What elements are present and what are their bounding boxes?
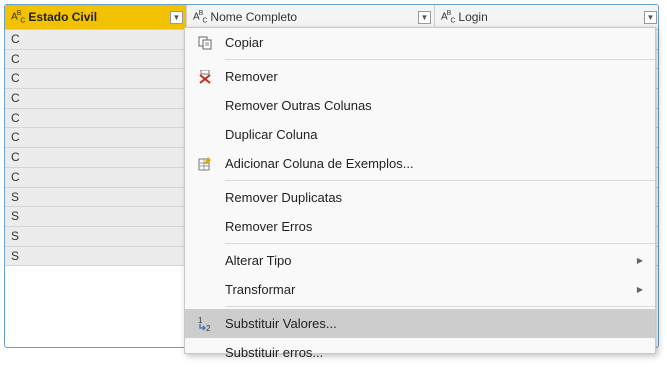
text-type-icon[interactable]: ABC: [193, 10, 207, 24]
menu-item-transform[interactable]: Transformar ▶: [185, 275, 655, 304]
remove-x-icon: [185, 69, 225, 84]
copy-icon: [185, 36, 225, 50]
menu-item-replace-errors[interactable]: Substituir erros...: [185, 338, 655, 367]
add-column-examples-icon: [185, 156, 225, 171]
menu-item-remove[interactable]: Remover: [185, 62, 655, 91]
table-cell[interactable]: C: [5, 69, 187, 89]
table-cell[interactable]: S: [5, 246, 187, 266]
menu-separator: [225, 180, 655, 181]
chevron-down-icon[interactable]: ▼: [418, 10, 431, 24]
column-name: Login: [458, 10, 488, 24]
column-header-nome-completo[interactable]: ABC Nome Completo ▼: [187, 5, 435, 29]
text-type-icon[interactable]: ABC: [11, 10, 25, 24]
chevron-down-icon[interactable]: ▼: [644, 10, 657, 24]
svg-text:1: 1: [198, 316, 203, 325]
column-context-menu: Copiar Remover Remover Outras Colunas Du…: [184, 27, 656, 360]
table-cell[interactable]: C: [5, 108, 187, 128]
table-cell[interactable]: C: [5, 128, 187, 148]
menu-item-add-column-examples[interactable]: Adicionar Coluna de Exemplos...: [185, 149, 655, 178]
table-cell[interactable]: C: [5, 49, 187, 69]
menu-item-copy[interactable]: Copiar: [185, 28, 655, 57]
table-cell[interactable]: S: [5, 226, 187, 246]
menu-item-change-type[interactable]: Alterar Tipo ▶: [185, 246, 655, 275]
chevron-down-icon[interactable]: ▼: [170, 10, 183, 24]
text-type-icon[interactable]: ABC: [441, 10, 455, 24]
column-header-estado-civil[interactable]: ABC Estado Civil ▼: [5, 5, 187, 29]
column-name: Nome Completo: [210, 10, 298, 24]
table-cell[interactable]: S: [5, 207, 187, 226]
table-cell[interactable]: C: [5, 148, 187, 167]
table-cell[interactable]: S: [5, 187, 187, 207]
menu-item-remove-errors[interactable]: Remover Erros: [185, 212, 655, 241]
column-header-login[interactable]: ABC Login ▼: [435, 5, 658, 29]
menu-separator: [225, 243, 655, 244]
svg-text:2: 2: [206, 324, 211, 332]
menu-item-remove-duplicates[interactable]: Remover Duplicatas: [185, 183, 655, 212]
menu-separator: [225, 306, 655, 307]
chevron-right-icon: ▶: [636, 256, 644, 265]
menu-item-remove-other-columns[interactable]: Remover Outras Colunas: [185, 91, 655, 120]
menu-item-replace-values[interactable]: 12 Substituir Valores...: [185, 309, 655, 338]
replace-values-icon: 12: [185, 316, 225, 332]
table-cell[interactable]: C: [5, 167, 187, 187]
table-cell[interactable]: C: [5, 30, 187, 49]
column-name: Estado Civil: [28, 10, 98, 24]
menu-separator: [225, 59, 655, 60]
table-cell[interactable]: C: [5, 89, 187, 108]
menu-item-duplicate-column[interactable]: Duplicar Coluna: [185, 120, 655, 149]
chevron-right-icon: ▶: [636, 285, 644, 294]
